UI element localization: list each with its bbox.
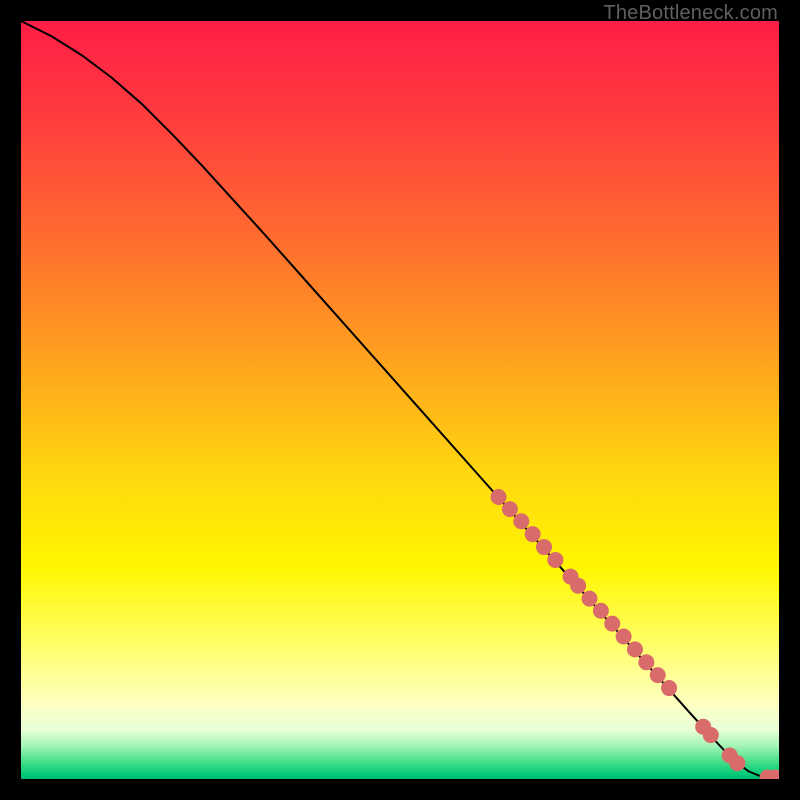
data-point xyxy=(616,629,632,645)
data-point xyxy=(703,727,719,743)
data-point xyxy=(638,654,654,670)
data-point xyxy=(491,489,507,505)
data-point xyxy=(536,539,552,555)
data-point xyxy=(547,552,563,568)
data-point xyxy=(593,603,609,619)
data-point xyxy=(627,641,643,657)
plot-area xyxy=(21,21,779,779)
data-point xyxy=(604,616,620,632)
data-point xyxy=(570,578,586,594)
data-point xyxy=(650,667,666,683)
gradient-background xyxy=(21,21,779,779)
data-point xyxy=(525,526,541,542)
data-point xyxy=(513,513,529,529)
chart-frame: TheBottleneck.com xyxy=(0,0,800,800)
data-point xyxy=(729,755,745,771)
data-point xyxy=(502,501,518,517)
data-point xyxy=(661,680,677,696)
chart-svg xyxy=(21,21,779,779)
data-point xyxy=(582,591,598,607)
